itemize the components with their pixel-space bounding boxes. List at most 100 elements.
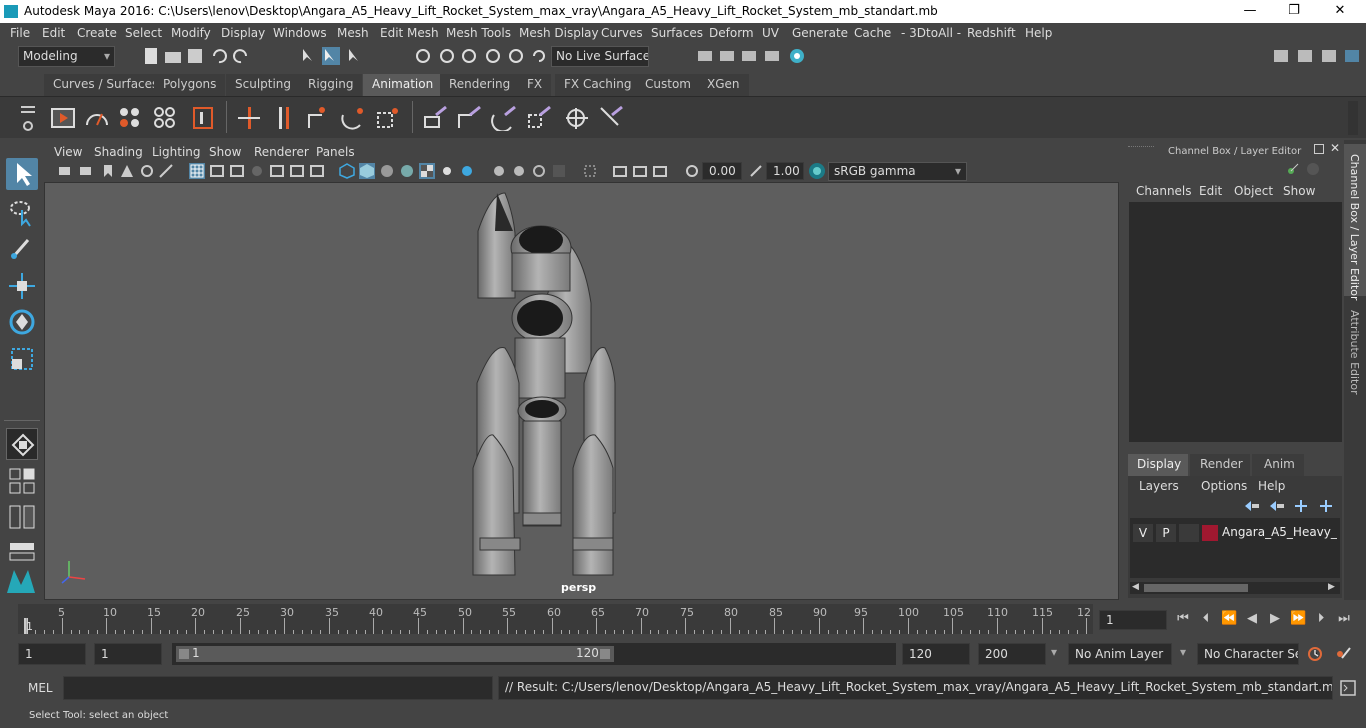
redo-icon[interactable] [232, 47, 250, 65]
scale-constraint-icon[interactable] [526, 105, 554, 131]
image-plane-icon[interactable] [119, 163, 135, 179]
single-perspective-layout-icon[interactable] [6, 428, 38, 460]
menuset-dropdown[interactable]: Modeling ▾ [18, 46, 115, 67]
shelf-tab-fx-caching[interactable]: FX Caching [555, 74, 641, 96]
grease-pencil-icon[interactable] [158, 163, 174, 179]
select-by-object-icon[interactable] [322, 47, 340, 65]
animation-start-field[interactable]: 1 [18, 643, 86, 665]
menu-3dtoall[interactable]: - 3DtoAll - [901, 26, 961, 40]
color-management-icon[interactable] [808, 162, 826, 180]
frame-selected-icon[interactable] [582, 163, 598, 179]
four-view-layout-icon[interactable] [6, 467, 38, 495]
joint-tool-icon[interactable] [306, 105, 332, 131]
gamma-icon[interactable] [748, 163, 764, 179]
exposure-icon[interactable] [684, 163, 700, 179]
vp-menu-shading[interactable]: Shading [94, 145, 143, 159]
live-surface-field[interactable]: No Live Surface [551, 46, 649, 67]
move-tool-icon[interactable] [6, 270, 38, 302]
channel-box-toggle-icon[interactable] [1343, 47, 1361, 65]
modeling-toolkit-icon[interactable] [1272, 47, 1290, 65]
cb-menu-show[interactable]: Show [1283, 184, 1315, 198]
range-slider-bar-fill[interactable]: 1 120 [176, 646, 614, 662]
shelf-tab-rendering[interactable]: Rendering [440, 74, 520, 96]
cb-menu-channels[interactable]: Channels [1136, 184, 1192, 198]
menu-deform[interactable]: Deform [709, 26, 754, 40]
anti-aliasing-icon[interactable] [652, 163, 668, 179]
go-to-end-icon[interactable]: ⏭ [1336, 611, 1352, 627]
current-frame-field[interactable]: 1 [1099, 610, 1167, 630]
le-menu-help[interactable]: Help [1258, 479, 1285, 493]
hypershade-icon[interactable] [788, 47, 806, 65]
menu-surfaces[interactable]: Surfaces [651, 26, 703, 40]
wireframe-on-shaded-icon[interactable] [379, 163, 395, 179]
layer-name[interactable]: Angara_A5_Heavy_Lift_ [1222, 525, 1337, 539]
render-view-icon[interactable] [696, 47, 714, 65]
pole-vector-constraint-icon[interactable] [598, 105, 626, 131]
shelf-tab-custom[interactable]: Custom [636, 74, 700, 96]
bind-skin-icon[interactable] [375, 105, 401, 131]
rocket-model[interactable] [45, 183, 1119, 600]
script-language-label[interactable]: MEL [28, 681, 53, 695]
attribute-editor-toggle-icon[interactable] [1320, 47, 1338, 65]
hud-icon[interactable] [612, 163, 628, 179]
range-start-handle[interactable] [179, 649, 189, 659]
shelf-tab-sculpting[interactable]: Sculpting [226, 74, 301, 96]
command-input[interactable] [63, 676, 493, 700]
menu-select[interactable]: Select [125, 26, 162, 40]
scroll-right-icon[interactable]: ▶ [1328, 582, 1335, 592]
shelf-tab-animation[interactable]: Animation [363, 74, 443, 96]
move-layer-down-icon[interactable] [1268, 498, 1286, 512]
shelf-tab-curves-surfaces[interactable]: Curves / Surfaces [44, 74, 168, 96]
vp-menu-lighting[interactable]: Lighting [152, 145, 201, 159]
chevron-down-icon[interactable]: ▾ [1180, 645, 1186, 659]
animation-preferences-icon[interactable] [1334, 645, 1352, 663]
shelf-menu-icon[interactable] [19, 103, 37, 117]
vp-menu-panels[interactable]: Panels [316, 145, 355, 159]
range-slider[interactable]: 1 120 [172, 643, 896, 665]
tab-display[interactable]: Display [1128, 454, 1188, 476]
menu-modify[interactable]: Modify [171, 26, 211, 40]
animation-end-field[interactable]: 200 [978, 643, 1046, 665]
layer-color-swatch[interactable] [1202, 525, 1218, 541]
auto-key-icon[interactable] [1306, 645, 1324, 663]
save-scene-icon[interactable] [186, 47, 204, 65]
close-button[interactable]: ✕ [1330, 2, 1350, 20]
menu-redshift[interactable]: Redshift [967, 26, 1016, 40]
layout-stack-icon[interactable] [6, 540, 38, 562]
tab-render[interactable]: Render [1190, 454, 1250, 476]
menu-mesh[interactable]: Mesh [337, 26, 369, 40]
layer-visibility-toggle[interactable]: V [1133, 524, 1153, 542]
menu-display[interactable]: Display [221, 26, 265, 40]
timeline-track[interactable]: 1 5 10 15 20 25 30 35 40 45 50 55 60 65 … [18, 604, 1093, 634]
menu-windows[interactable]: Windows [273, 26, 327, 40]
menu-generate[interactable]: Generate [792, 26, 848, 40]
shelf-settings-icon[interactable] [19, 119, 37, 133]
motion-blur-icon[interactable] [632, 163, 648, 179]
range-end-handle[interactable] [600, 649, 610, 659]
graph-editor-icon[interactable] [84, 105, 110, 131]
2d-pan-zoom-icon[interactable] [139, 163, 155, 179]
camera-select-icon[interactable] [58, 163, 74, 179]
new-layer-from-selected-icon[interactable] [1318, 498, 1336, 512]
float-panel-icon[interactable] [1314, 144, 1324, 154]
parent-constraint-icon[interactable] [422, 105, 450, 131]
point-constraint-icon[interactable] [456, 105, 484, 131]
gate-mask-icon[interactable] [249, 163, 265, 179]
xray-joints-icon[interactable] [531, 163, 547, 179]
viewport-persp[interactable]: persp [44, 182, 1119, 600]
layer-display-type-toggle[interactable] [1179, 524, 1199, 542]
shadows-icon[interactable] [439, 163, 455, 179]
cb-menu-edit[interactable]: Edit [1199, 184, 1222, 198]
new-scene-icon[interactable] [142, 47, 160, 65]
le-menu-options[interactable]: Options [1201, 479, 1247, 493]
snap-grid-icon[interactable] [414, 47, 432, 65]
scrollbar-thumb[interactable] [1144, 584, 1248, 592]
playblast-icon[interactable] [50, 105, 76, 131]
bookmark-icon[interactable] [100, 163, 116, 179]
rotate-tool-icon[interactable] [6, 306, 38, 338]
restore-button[interactable]: ❐ [1284, 2, 1304, 20]
paint-select-icon[interactable] [6, 232, 38, 264]
new-empty-layer-icon[interactable] [1293, 498, 1311, 512]
open-scene-icon[interactable] [164, 47, 182, 65]
select-tool-icon[interactable] [6, 158, 38, 190]
